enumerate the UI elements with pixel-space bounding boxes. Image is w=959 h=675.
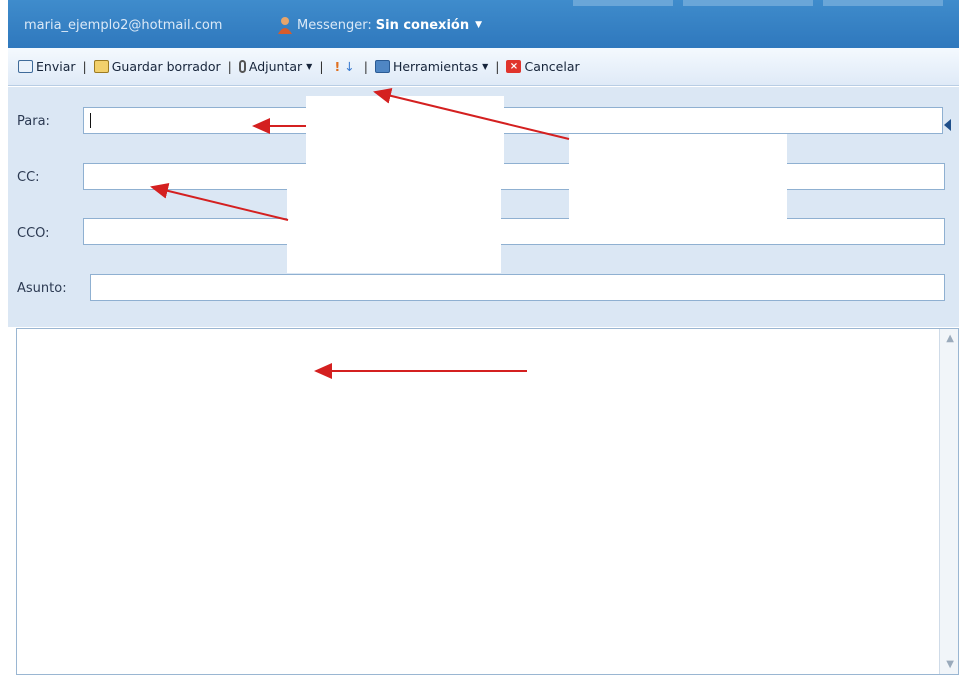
chevron-down-icon: ▼ — [482, 62, 489, 71]
priority-low-icon[interactable]: ↓ — [344, 59, 354, 74]
cancel-label: Cancelar — [524, 59, 580, 74]
messenger-user-icon — [278, 17, 292, 34]
tools-label: Herramientas — [392, 59, 479, 74]
messenger-status-value: Sin conexión — [375, 17, 470, 33]
account-email[interactable]: maria_ejemplo2@hotmail.com — [24, 18, 222, 33]
toolbar-separator: | — [82, 59, 87, 74]
chevron-down-icon: ▼ — [306, 62, 313, 71]
send-icon — [18, 60, 33, 73]
save-draft-label: Guardar borrador — [111, 59, 221, 74]
redacted-callout — [527, 347, 747, 403]
cancel-button[interactable]: × Cancelar — [506, 59, 580, 74]
cancel-icon: × — [506, 60, 522, 73]
header-bar: maria_ejemplo2@hotmail.com Messenger: Si… — [8, 0, 959, 48]
compose-toolbar: Enviar | Guardar borrador | Adjuntar ▼ |… — [8, 48, 959, 86]
subject-field[interactable] — [90, 274, 945, 301]
redacted-callout — [306, 96, 504, 172]
redacted-callout — [569, 134, 787, 220]
tab-indicator — [683, 0, 813, 6]
save-draft-icon — [93, 60, 109, 73]
bcc-label: CCO: — [17, 226, 50, 241]
attach-label: Adjuntar — [248, 59, 303, 74]
toolbar-separator: | — [363, 59, 368, 74]
messenger-status[interactable]: Messenger: Sin conexión ▼ — [277, 16, 482, 34]
to-label: Para: — [17, 114, 50, 129]
toolbar-separator: | — [495, 59, 500, 74]
expand-arrow-icon[interactable] — [944, 119, 951, 131]
toolbar-separator: | — [319, 59, 324, 74]
toolbar-separator: | — [227, 59, 232, 74]
tab-indicator — [573, 0, 673, 6]
tools-icon — [374, 60, 390, 73]
priority-high-icon[interactable]: ! — [335, 59, 341, 74]
subject-label: Asunto: — [17, 281, 67, 296]
cc-label: CC: — [17, 170, 40, 185]
paperclip-icon — [238, 60, 246, 73]
save-draft-button[interactable]: Guardar borrador — [93, 59, 221, 74]
chevron-down-icon[interactable]: ▼ — [475, 20, 482, 30]
redacted-callout — [287, 183, 501, 273]
to-field[interactable] — [83, 107, 943, 134]
scroll-down-icon[interactable]: ▼ — [946, 659, 954, 670]
tab-indicator — [823, 0, 943, 6]
message-body-editor[interactable]: ▲ ▼ — [16, 328, 959, 675]
text-caret — [90, 113, 91, 128]
bcc-field[interactable] — [83, 218, 945, 245]
tools-button[interactable]: Herramientas ▼ — [374, 59, 489, 74]
messenger-label: Messenger: — [297, 17, 372, 33]
scroll-up-icon[interactable]: ▲ — [946, 333, 954, 344]
send-label: Enviar — [36, 59, 76, 74]
scrollbar[interactable]: ▲ ▼ — [939, 329, 958, 674]
attach-button[interactable]: Adjuntar ▼ — [238, 59, 313, 74]
send-button[interactable]: Enviar — [18, 59, 76, 74]
cc-field[interactable] — [83, 163, 945, 190]
